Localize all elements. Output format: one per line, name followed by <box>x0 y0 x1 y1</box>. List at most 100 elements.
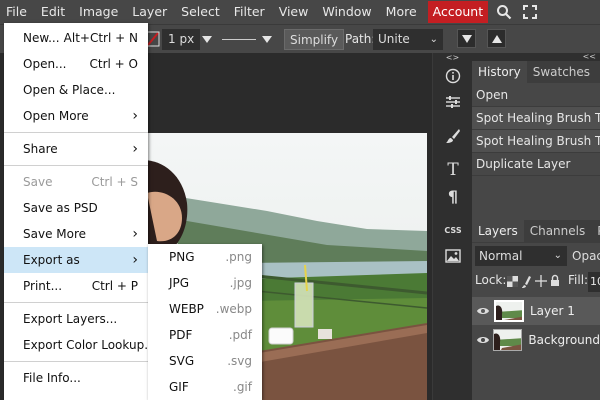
path-label: Path: <box>345 32 376 46</box>
triangle-down-icon <box>461 34 472 43</box>
path-mode-value: Unite <box>378 32 410 46</box>
fill-input[interactable]: 10 <box>588 272 600 292</box>
menu-layer[interactable]: Layer <box>125 0 174 24</box>
export-gif[interactable]: GIF .gif <box>148 374 262 400</box>
tab-swatches[interactable]: Swatches <box>527 61 596 83</box>
export-svg[interactable]: SVG .svg <box>148 348 262 374</box>
history-item[interactable]: Spot Healing Brush Tool <box>472 107 600 130</box>
move-down-button[interactable] <box>457 29 476 48</box>
menu-filter[interactable]: Filter <box>227 0 272 24</box>
menu-item-save-psd[interactable]: Save as PSD <box>4 195 148 221</box>
export-pdf[interactable]: PDF .pdf <box>148 322 262 348</box>
menu-item-save[interactable]: Save Ctrl + S <box>4 169 148 195</box>
history-item[interactable]: Open <box>472 84 600 107</box>
export-as-submenu: PNG .png JPG .jpg WEBP .webp PDF .pdf SVG .sv… <box>148 244 262 400</box>
history-tabs: History Swatches <box>472 61 600 83</box>
character-button[interactable]: T <box>433 157 473 183</box>
lock-transparency-icon[interactable] <box>507 276 518 287</box>
menu-divider <box>4 132 148 133</box>
info-button[interactable] <box>433 63 473 89</box>
menu-item-label: Export Layers... <box>23 312 118 326</box>
layer-row[interactable]: Layer 1 <box>472 297 600 325</box>
menu-image[interactable]: Image <box>72 0 125 24</box>
menu-item-save-more[interactable]: Save More › <box>4 221 148 247</box>
menu-item-share[interactable]: Share › <box>4 136 148 162</box>
triangle-up-icon <box>491 34 502 43</box>
menu-item-label: Export Color Lookup... <box>23 338 156 352</box>
export-format-label: PNG <box>169 250 195 264</box>
menu-edit[interactable]: Edit <box>34 0 72 24</box>
side-toolstrip: <> T ¶ CSS <box>432 53 472 400</box>
menu-item-export-color-lookup[interactable]: Export Color Lookup... <box>4 332 156 358</box>
stroke-width-input[interactable]: 1 px <box>162 29 200 50</box>
menu-item-export-layers[interactable]: Export Layers... <box>4 306 148 332</box>
menu-item-label: Export as <box>23 253 80 267</box>
css-button[interactable]: CSS <box>433 217 473 243</box>
brush-icon <box>446 129 460 143</box>
export-png[interactable]: PNG .png <box>148 244 262 270</box>
lock-paint-icon[interactable] <box>522 275 532 288</box>
export-format-label: SVG <box>169 354 195 368</box>
history-item[interactable]: Spot Healing Brush Tool <box>472 130 600 153</box>
export-jpg[interactable]: JPG .jpg <box>148 270 262 296</box>
adjustments-button[interactable] <box>433 89 473 115</box>
path-mode-select[interactable]: Unite ⌄ <box>373 29 443 50</box>
chevron-down-icon: ⌄ <box>553 250 562 261</box>
brush-button[interactable] <box>433 123 473 149</box>
menu-item-label: New... <box>23 31 60 45</box>
menu-item-label: Save More <box>23 227 87 241</box>
menu-item-file-info[interactable]: File Info... <box>4 365 148 391</box>
export-format-label: PDF <box>169 328 193 342</box>
menu-window[interactable]: Window <box>315 0 378 24</box>
toolstrip-collapse-icon[interactable]: <> <box>433 53 472 63</box>
menu-file[interactable]: File <box>0 0 34 24</box>
export-format-label: GIF <box>169 380 189 394</box>
line-style-preview[interactable] <box>222 39 256 40</box>
visibility-eye-icon[interactable] <box>472 335 493 345</box>
lock-label: Lock: <box>475 273 507 287</box>
menu-more[interactable]: More <box>379 0 424 24</box>
account-button[interactable]: Account <box>427 1 489 23</box>
menu-item-open[interactable]: Open... Ctrl + O <box>4 51 148 77</box>
stroke-width-dropdown-icon[interactable] <box>202 36 212 43</box>
export-extension: .svg <box>227 354 252 368</box>
fullscreen-icon[interactable] <box>520 2 540 22</box>
search-icon[interactable] <box>494 2 514 22</box>
chevron-down-icon: ⌄ <box>429 34 438 45</box>
menu-item-label: Open & Place... <box>23 83 116 97</box>
export-webp[interactable]: WEBP .webp <box>148 296 262 322</box>
tab-layers[interactable]: Layers <box>472 220 524 242</box>
history-item[interactable]: Duplicate Layer <box>472 153 600 176</box>
file-menu-dropdown: New... Alt+Ctrl + N Open... Ctrl + O Open … <box>4 23 156 400</box>
menu-item-export-as[interactable]: Export as › <box>4 247 148 273</box>
paragraph-button[interactable]: ¶ <box>433 183 473 209</box>
menu-divider <box>4 302 148 303</box>
menu-item-new[interactable]: New... Alt+Ctrl + N <box>4 25 148 51</box>
move-up-button[interactable] <box>487 29 506 48</box>
menu-select[interactable]: Select <box>174 0 227 24</box>
pen-color-icon[interactable] <box>146 31 160 47</box>
layers-controls: Normal ⌄ Opac <box>472 243 600 268</box>
menu-item-label: Save <box>23 175 53 189</box>
menu-item-label: Open... <box>23 57 67 71</box>
tab-history[interactable]: History <box>472 61 527 83</box>
simplify-button[interactable]: Simplify <box>284 29 345 50</box>
visibility-eye-icon[interactable] <box>472 306 494 316</box>
line-style-dropdown-icon[interactable] <box>262 36 272 43</box>
lock-move-icon[interactable] <box>535 275 547 287</box>
menu-item-open-more[interactable]: Open More › <box>4 103 148 129</box>
css-icon: CSS <box>444 225 462 235</box>
layer-row[interactable]: Background <box>472 326 600 354</box>
image-button[interactable] <box>433 243 473 269</box>
layer-name: Background <box>528 333 600 347</box>
blend-mode-select[interactable]: Normal ⌄ <box>475 246 567 266</box>
tab-paths[interactable]: Pa <box>591 220 600 242</box>
fill-label: Fill: <box>568 273 589 287</box>
menu-view[interactable]: View <box>272 0 316 24</box>
menu-item-print[interactable]: Print... Ctrl + P <box>4 273 148 299</box>
chevron-right-icon: › <box>132 108 138 124</box>
panel-collapse-bar[interactable]: << <box>472 53 600 61</box>
tab-channels[interactable]: Channels <box>524 220 592 242</box>
lock-all-icon[interactable] <box>550 274 560 287</box>
menu-item-open-place[interactable]: Open & Place... <box>4 77 148 103</box>
